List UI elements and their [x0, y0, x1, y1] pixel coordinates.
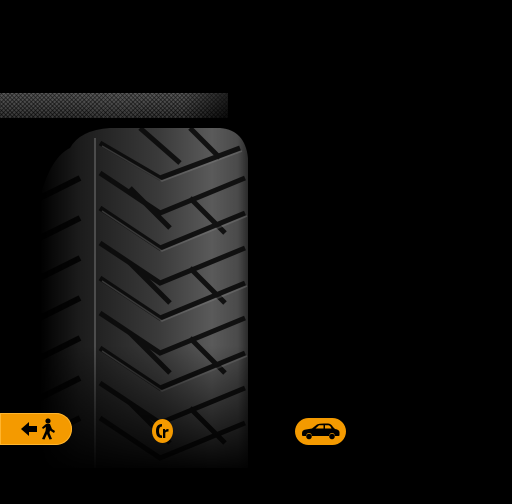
- car-icon: [302, 423, 340, 440]
- tire-illustration: [40, 128, 248, 468]
- checkered-banner: [0, 93, 228, 118]
- credits-cr-icon: [156, 424, 169, 438]
- exit-button[interactable]: [0, 413, 72, 445]
- car-button[interactable]: [295, 418, 346, 445]
- credits-button[interactable]: [152, 419, 173, 443]
- game-menu-screen: [0, 0, 512, 504]
- exit-arrow-runner-icon: [21, 418, 55, 440]
